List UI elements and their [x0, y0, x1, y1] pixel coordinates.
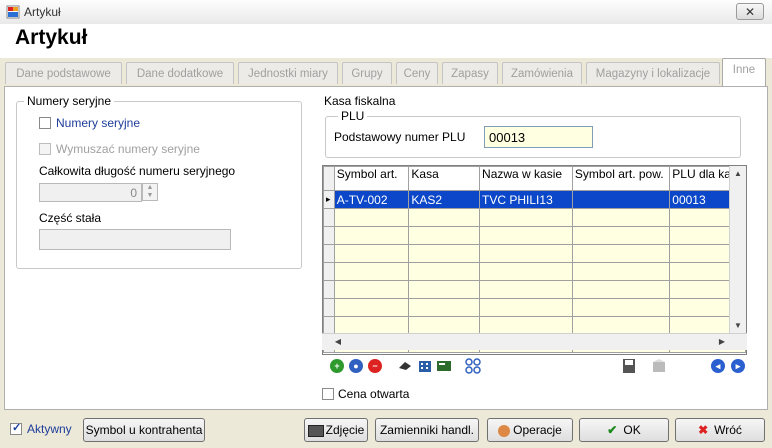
total-length-label: Całkowita długość numeru seryjnego: [39, 164, 236, 178]
tab-zapasy[interactable]: Zapasy: [442, 62, 498, 84]
empty-row: [323, 244, 746, 263]
tab-ceny[interactable]: Ceny: [396, 62, 438, 84]
operacje-button[interactable]: Operacje: [487, 418, 573, 442]
tab-magazyny-lokalizacje[interactable]: Magazyny i lokalizacje: [586, 62, 720, 84]
search-icon[interactable]: ●: [349, 359, 363, 373]
tab-jednostki-miary[interactable]: Jednostki miary: [238, 62, 338, 84]
wymuszac-checkbox: [39, 143, 51, 155]
col-header-nazwa[interactable]: Nazwa w kasie: [479, 166, 573, 191]
card-icon[interactable]: [436, 358, 452, 374]
numery-seryjne-checkbox[interactable]: [39, 117, 51, 129]
ok-button[interactable]: ✔ OK: [579, 418, 669, 442]
add-icon[interactable]: +: [330, 359, 344, 373]
total-length-input: [39, 183, 142, 202]
scroll-up-icon[interactable]: ▲: [730, 166, 746, 182]
col-header-symbol[interactable]: Symbol art.: [333, 166, 410, 191]
delete-icon[interactable]: −: [368, 359, 382, 373]
building-icon[interactable]: [417, 358, 433, 374]
save-icon[interactable]: [622, 358, 636, 374]
close-icon: ✕: [744, 5, 756, 19]
link-icon[interactable]: [397, 358, 413, 374]
grid-corner-cell: [323, 166, 335, 191]
empty-row: [323, 298, 746, 317]
app-icon: [6, 5, 20, 19]
tab-inne[interactable]: Inne: [722, 58, 766, 87]
prev-icon[interactable]: ◂: [711, 359, 725, 373]
zamienniki-button[interactable]: Zamienniki handl.: [375, 418, 479, 442]
operacje-label: Operacje: [513, 423, 562, 437]
table-row[interactable]: ▸ A-TV-002 KAS2 TVC PHILI13 00013: [323, 190, 746, 209]
cena-otwarta-checkbox[interactable]: [322, 388, 334, 400]
row-indicator-icon: ▸: [323, 190, 335, 209]
wymuszac-label: Wymuszać numery seryjne: [56, 142, 200, 156]
serial-group-legend: Numery seryjne: [24, 94, 115, 108]
cancel-icon: ✖: [698, 423, 709, 437]
ok-label: OK: [623, 423, 641, 437]
cell-nazwa[interactable]: TVC PHILI13: [479, 190, 573, 209]
cell-symbol[interactable]: A-TV-002: [333, 190, 410, 209]
scroll-left-icon[interactable]: ◀: [330, 334, 346, 350]
scroll-right-icon[interactable]: ▶: [714, 334, 730, 350]
plu-input[interactable]: [484, 126, 593, 148]
operations-icon: [498, 424, 511, 437]
page-title: Artykuł: [15, 26, 88, 49]
tab-dane-dodatkowe[interactable]: Dane dodatkowe: [126, 62, 234, 84]
next-icon[interactable]: ▸: [731, 359, 745, 373]
empty-row: [323, 280, 746, 299]
kasa-fiskalna-label: Kasa fiskalna: [324, 94, 396, 108]
zdjecie-label: Zdjęcie: [325, 423, 365, 437]
zdjecie-button[interactable]: Zdjęcie: [304, 418, 368, 442]
wroc-button[interactable]: ✖ Wróć: [675, 418, 765, 442]
grid-vertical-scrollbar[interactable]: ▲ ▼: [729, 166, 746, 334]
header: [0, 24, 772, 59]
empty-row: [323, 208, 746, 227]
wroc-label: Wróć: [714, 423, 742, 437]
empty-row: [323, 316, 746, 335]
close-button[interactable]: ✕: [736, 3, 764, 20]
fixed-part-label: Część stała: [39, 211, 102, 225]
total-length-spinner: ▲ ▼: [142, 183, 158, 201]
cell-kasa[interactable]: KAS2: [408, 190, 481, 209]
tab-grupy[interactable]: Grupy: [342, 62, 392, 84]
kasa-grid[interactable]: Symbol art. Kasa Nazwa w kasie Symbol ar…: [322, 165, 747, 355]
tab-zamowienia[interactable]: Zamówienia: [502, 62, 582, 84]
photo-icon: [307, 424, 324, 437]
window-title: Artykuł: [24, 5, 61, 19]
title-bar: [0, 0, 772, 25]
tab-dane-podstawowe[interactable]: Dane podstawowe: [5, 62, 122, 84]
grid-options-icon[interactable]: [465, 358, 481, 374]
col-header-kasa[interactable]: Kasa: [408, 166, 481, 191]
package-icon[interactable]: [651, 358, 667, 374]
grid-header-row: Symbol art. Kasa Nazwa w kasie Symbol ar…: [323, 166, 746, 191]
scroll-down-icon[interactable]: ▼: [730, 318, 746, 334]
empty-row: [323, 226, 746, 245]
check-icon: ✔: [607, 423, 618, 437]
cena-otwarta-label: Cena otwarta: [338, 387, 410, 401]
numery-seryjne-label: Numery seryjne: [56, 116, 141, 130]
aktywny-checkbox[interactable]: [10, 421, 22, 435]
empty-row: [323, 262, 746, 281]
plu-legend: PLU: [338, 109, 368, 123]
symbol-kontrahenta-button[interactable]: Symbol u kontrahenta: [83, 418, 205, 442]
grid-horizontal-scrollbar[interactable]: ◀ ▶: [322, 333, 747, 350]
plu-label: Podstawowy numer PLU: [334, 130, 466, 144]
fixed-part-input: [39, 229, 231, 250]
aktywny-label: Aktywny: [27, 422, 72, 436]
cell-symbol-pow[interactable]: [571, 190, 671, 209]
col-header-symbol-pow[interactable]: Symbol art. pow.: [571, 166, 671, 191]
